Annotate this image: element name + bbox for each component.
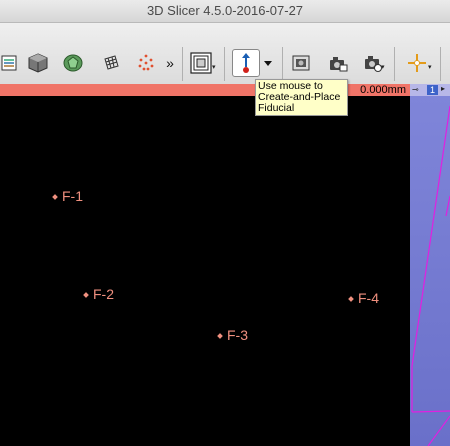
fiducial-point-icon — [217, 333, 223, 340]
toolbar-separator — [440, 47, 441, 81]
view-controller-dropdown-icon[interactable]: ▸ — [441, 84, 445, 93]
window-title: 3D Slicer 4.5.0-2016-07-27 — [146, 3, 304, 18]
layout-dropdown-arrow-icon[interactable]: ▾ — [212, 63, 216, 71]
fiducial-label: F-2 — [93, 286, 114, 302]
place-fiducial-tooltip: Use mouse to Create-and-Place Fiducial — [255, 79, 348, 116]
toolbar-overflow-button[interactable]: » — [163, 50, 177, 76]
toolbar-separator — [182, 47, 183, 81]
fiducial-label: F-3 — [227, 327, 248, 343]
scene-view-camera-icon[interactable] — [325, 50, 351, 76]
fiducial-marker[interactable]: F-2 — [83, 286, 114, 302]
pin-icon[interactable]: ⊸ — [412, 85, 422, 95]
fiducial-point-icon — [52, 194, 58, 201]
data-module-icon[interactable] — [0, 50, 20, 76]
window-titlebar: 3D Slicer 4.5.0-2016-07-27 — [0, 0, 450, 23]
transforms-grid-icon[interactable] — [98, 50, 124, 76]
toolbar-separator — [224, 47, 225, 81]
place-mode-dropdown-arrow-icon[interactable] — [262, 50, 274, 76]
screenshot-icon[interactable] — [288, 50, 314, 76]
layout-icon[interactable] — [188, 50, 214, 76]
crosshair-dropdown-arrow-icon[interactable]: ▾ — [428, 63, 432, 71]
toolbar-separator — [394, 47, 395, 81]
fiducial-point-icon — [83, 292, 89, 299]
view-number-badge: 1 — [427, 85, 438, 95]
models-icon[interactable] — [60, 50, 86, 76]
scene-view-dropdown-arrow-icon[interactable]: ▾ — [381, 63, 385, 71]
crosshair-icon[interactable] — [404, 50, 430, 76]
main-toolbar: » ▾ ▾ ▾ — [0, 23, 450, 85]
3d-view[interactable] — [410, 96, 450, 446]
volume-cube-icon[interactable] — [25, 50, 51, 76]
fiducial-label: F-1 — [62, 188, 83, 204]
fiducial-marker[interactable]: F-4 — [348, 290, 379, 306]
slice-offset-readout: 0.000mm — [360, 84, 406, 96]
fiducial-marker[interactable]: F-1 — [52, 188, 83, 204]
3d-bounding-box-lines — [411, 105, 450, 446]
fiducial-point-icon — [348, 296, 354, 303]
place-fiducial-button[interactable] — [232, 49, 260, 77]
toolbar-separator — [282, 47, 283, 81]
red-slice-view[interactable]: F-1 F-2 F-3 F-4 — [0, 96, 410, 446]
markups-dots-icon[interactable] — [133, 50, 159, 76]
red-slice-controller-bar[interactable]: 0.000mm — [0, 84, 410, 96]
fiducial-marker[interactable]: F-3 — [217, 327, 248, 343]
fiducial-label: F-4 — [358, 290, 379, 306]
3d-view-controller-bar[interactable]: ⊸ 1 ▸ — [410, 84, 450, 96]
